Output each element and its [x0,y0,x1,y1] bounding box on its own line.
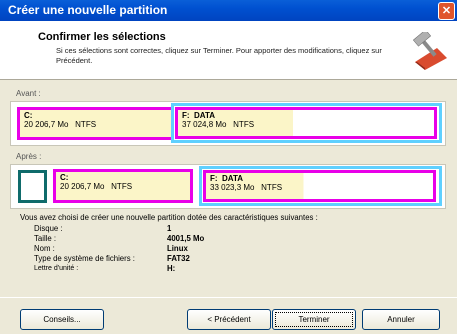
partition-size: 33 023,3 Mo NTFS [210,183,283,192]
new-partition-block[interactable] [18,170,47,203]
button-bar: Conseils... < Précédent Terminer Annuler [0,297,457,335]
header-title: Confirmer les sélections [38,31,166,43]
wizard-header: Confirmer les sélections Si ces sélectio… [0,21,457,80]
before-disk-map: C: 20 206,7 Mo NTFS F: DATA 37 024,8 Mo … [10,101,446,146]
partition-size: 37 024,8 Mo NTFS [182,120,255,129]
partition-letter: F: DATA [182,111,216,120]
before-partition-c[interactable]: C: 20 206,7 Mo NTFS [17,107,174,140]
precedent-button[interactable]: < Précédent [187,309,271,330]
header-description: Si ces sélections sont correctes, clique… [56,46,382,65]
terminer-button[interactable]: Terminer [272,309,356,330]
partition-size: 20 206,7 Mo NTFS [60,182,133,191]
annuler-button[interactable]: Annuler [362,309,440,330]
partition-letter: C: [60,173,69,182]
after-disk-map: C: 20 206,7 Mo NTFS F: DATA 33 023,3 Mo … [10,164,446,209]
wizard-hammer-icon [412,32,447,70]
close-icon[interactable]: ✕ [438,2,455,20]
partition-size: 20 206,7 Mo NTFS [24,120,97,129]
partition-letter: F: DATA [210,174,244,183]
after-partition-f[interactable]: F: DATA 33 023,3 Mo NTFS [203,170,436,202]
conseils-button[interactable]: Conseils... [20,309,104,330]
create-partition-dialog: Créer une nouvelle partition ✕ Confirmer… [0,0,457,334]
before-label: Avant : [16,89,41,98]
title-bar[interactable]: Créer une nouvelle partition ✕ [0,0,457,21]
before-partition-f[interactable]: F: DATA 37 024,8 Mo NTFS [175,107,437,139]
partition-letter: C: [24,111,33,120]
after-partition-c[interactable]: C: 20 206,7 Mo NTFS [53,169,193,203]
summary-intro: Vous avez choisi de créer une nouvelle p… [20,213,318,222]
after-label: Après : [16,152,42,161]
window-title: Créer une nouvelle partition [8,3,168,17]
